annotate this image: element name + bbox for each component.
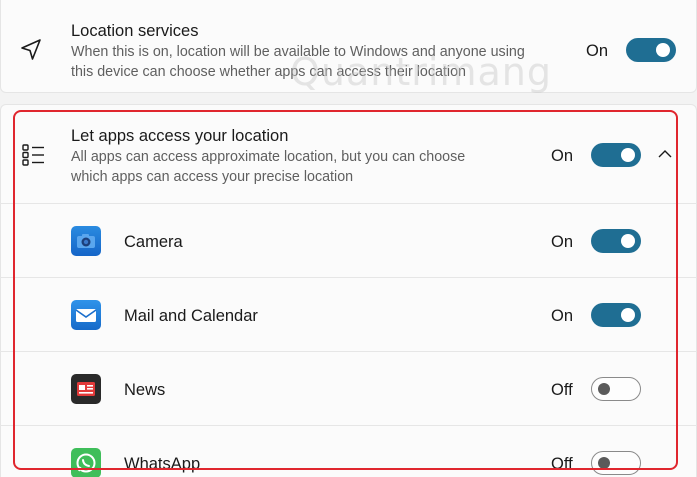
app-name: WhatsApp	[124, 455, 201, 473]
camera-icon	[71, 226, 101, 256]
toggle-knob	[621, 148, 635, 162]
app-state: Off	[551, 381, 573, 399]
location-arrow-icon	[21, 39, 41, 60]
location-services-row: Location services When this is on, locat…	[0, 0, 697, 95]
news-icon	[71, 374, 101, 404]
let-apps-state: On	[551, 147, 574, 165]
whatsapp-toggle[interactable]	[591, 451, 641, 475]
app-row-news: News Off	[0, 352, 697, 426]
app-state: Off	[551, 455, 573, 473]
let-apps-description-line2: which apps can access your precise locat…	[71, 169, 354, 185]
let-apps-toggle[interactable]	[591, 143, 641, 167]
toggle-knob	[598, 457, 610, 469]
app-state: On	[551, 307, 574, 325]
app-row-whatsapp: WhatsApp Off	[0, 426, 697, 477]
location-services-description-line1: When this is on, location will be availa…	[71, 44, 525, 60]
toggle-knob	[621, 308, 635, 322]
list-icon	[22, 144, 44, 166]
toggle-knob	[656, 43, 670, 57]
news-toggle[interactable]	[591, 377, 641, 401]
mail-calendar-toggle[interactable]	[591, 303, 641, 327]
app-name: Camera	[124, 233, 183, 251]
mail-icon	[71, 300, 101, 330]
app-state: On	[551, 233, 574, 251]
settings-page: Location services When this is on, locat…	[0, 0, 697, 477]
app-name: Mail and Calendar	[124, 307, 258, 325]
let-apps-row[interactable]: Let apps access your location All apps c…	[0, 104, 697, 204]
app-row-camera: Camera On	[0, 204, 697, 278]
toggle-knob	[621, 234, 635, 248]
location-services-state: On	[586, 42, 609, 60]
toggle-knob	[598, 383, 610, 395]
let-apps-description-line1: All apps can access approximate location…	[71, 149, 466, 165]
location-services-toggle[interactable]	[626, 38, 676, 62]
location-services-title: Location services	[71, 22, 199, 40]
whatsapp-icon	[71, 448, 101, 477]
location-services-description-line2: this device can choose whether apps can …	[71, 64, 466, 80]
camera-toggle[interactable]	[591, 229, 641, 253]
chevron-up-icon[interactable]	[657, 149, 673, 159]
let-apps-title: Let apps access your location	[71, 127, 289, 145]
app-name: News	[124, 381, 166, 399]
app-row-mail-calendar: Mail and Calendar On	[0, 278, 697, 352]
